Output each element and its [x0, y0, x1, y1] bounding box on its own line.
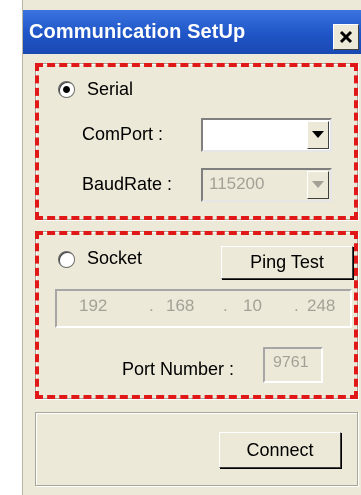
socket-radio[interactable] [58, 251, 75, 268]
port-number-field[interactable]: 9761 [263, 347, 323, 383]
comport-label: ComPort : [82, 124, 164, 144]
serial-label: Serial [87, 79, 134, 99]
comport-select[interactable] [201, 118, 332, 152]
connect-button[interactable]: Connect [219, 432, 341, 468]
ip-dot-1: . [149, 296, 154, 315]
ip-dot-3: . [294, 296, 299, 315]
ip-dot-2: . [223, 296, 228, 315]
serial-radio-dot [63, 86, 70, 93]
baudrate-dropdown-button[interactable] [307, 171, 329, 199]
serial-radio[interactable] [58, 81, 75, 98]
close-icon [339, 30, 353, 44]
title-bar: Communication SetUp [23, 10, 361, 54]
comport-dropdown-button[interactable] [307, 121, 329, 149]
ip-octet-3: 10 [243, 296, 262, 315]
communication-setup-dialog: Communication SetUp Serial ComPort : Bau… [22, 0, 361, 495]
window-title: Communication SetUp [29, 21, 246, 43]
ip-address-field[interactable]: 192 . 168 . 10 . 248 [55, 289, 352, 328]
ip-octet-1: 192 [79, 296, 108, 315]
socket-label: Socket [87, 248, 143, 268]
close-button[interactable] [333, 24, 359, 50]
port-number-value: 9761 [273, 354, 309, 371]
ping-test-button[interactable]: Ping Test [221, 246, 353, 279]
ip-octet-2: 168 [166, 296, 195, 315]
chevron-down-icon [312, 181, 324, 188]
baudrate-label: BaudRate : [82, 174, 173, 194]
baudrate-select[interactable]: 115200 [201, 168, 332, 202]
ip-octet-4: 248 [307, 296, 336, 315]
chevron-down-icon [312, 131, 324, 138]
baudrate-value: 115200 [209, 174, 265, 193]
port-number-label: Port Number : [122, 359, 235, 379]
